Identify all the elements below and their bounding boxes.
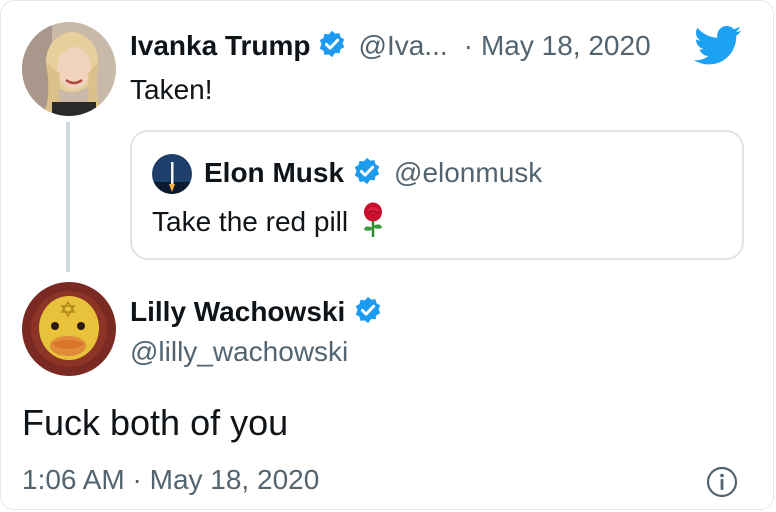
rose-emoji-icon — [360, 202, 386, 243]
separator-dot: · — [463, 30, 473, 61]
quoted-tweet-card[interactable]: Elon Musk @elonmusk Take the red pill — [130, 130, 744, 260]
main-tweet-text: Fuck both of you — [22, 402, 289, 443]
verified-badge-icon — [352, 156, 382, 191]
reply-tweet-header: Ivanka Trump @Iva... · May 18, 2020 — [130, 28, 651, 64]
avatar-lilly-wachowski[interactable] — [22, 282, 116, 376]
info-icon[interactable] — [706, 466, 738, 498]
thread-connector-line — [66, 122, 70, 272]
reply-tweet-text: Taken! — [130, 74, 213, 105]
tweet-timestamp[interactable]: 1:06 AM · May 18, 2020 — [22, 464, 319, 496]
author-handle-ivanka[interactable]: @Iva... — [359, 30, 448, 62]
author-name-elon[interactable]: Elon Musk — [204, 157, 344, 189]
twitter-bird-icon[interactable] — [694, 26, 742, 71]
main-tweet-header: Lilly Wachowski — [130, 294, 383, 330]
author-handle-lilly[interactable]: @lilly_wachowski — [130, 336, 348, 368]
verified-badge-icon — [317, 29, 347, 64]
quoted-tweet-text: Take the red pill — [152, 206, 349, 237]
author-name-lilly[interactable]: Lilly Wachowski — [130, 296, 345, 328]
tweet-date[interactable]: May 18, 2020 — [481, 30, 651, 62]
verified-badge-icon — [353, 295, 383, 330]
quoted-tweet-body: Take the red pill — [152, 202, 386, 242]
author-name-ivanka[interactable]: Ivanka Trump — [130, 30, 311, 62]
avatar-ivanka-trump[interactable] — [22, 22, 116, 116]
author-handle-elon[interactable]: @elonmusk — [394, 157, 542, 189]
avatar-elon-musk[interactable] — [152, 154, 192, 194]
quoted-tweet-header: Elon Musk @elonmusk — [204, 154, 542, 192]
